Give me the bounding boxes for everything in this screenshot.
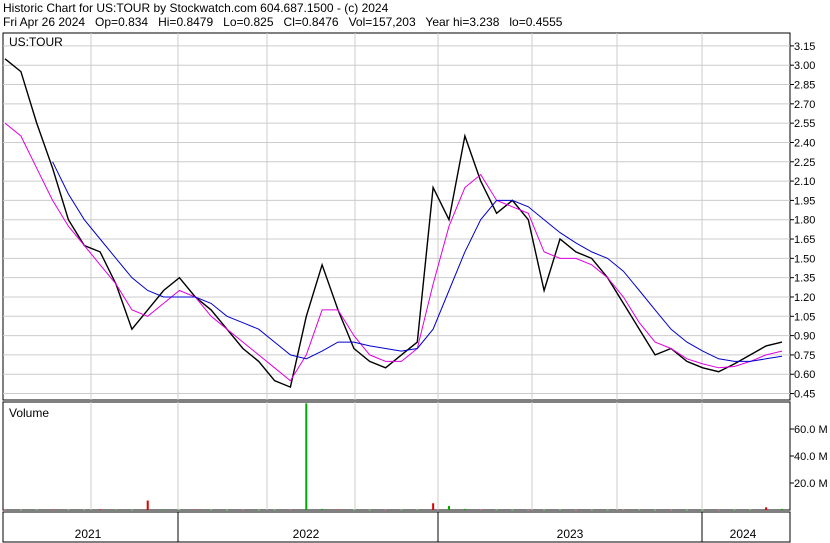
volume-bar: [368, 509, 371, 511]
volume-bar: [765, 507, 768, 510]
price-tick-label: 1.50: [794, 253, 815, 265]
volume-bar: [463, 508, 466, 510]
volume-bar: [99, 509, 102, 510]
xaxis-frame: [2, 511, 791, 543]
volume-bar: [289, 509, 292, 510]
price-tick-label: 2.10: [794, 176, 815, 188]
x-axis: 2021 2022 2023 2024: [2, 511, 791, 543]
volume-tick-label: 40.0 M: [794, 451, 828, 463]
volume-bar: [479, 509, 482, 510]
year-label: 2023: [557, 527, 584, 541]
volume-bar: [384, 509, 387, 511]
volume-bar: [305, 403, 308, 510]
volume-bar: [19, 509, 22, 511]
volume-bar: [590, 509, 593, 511]
volume-bar: [400, 509, 403, 511]
volume-bar: [130, 509, 133, 511]
price-tick-label: 3.00: [794, 60, 815, 72]
volume-bar: [194, 509, 197, 510]
volume-bar: [574, 509, 577, 511]
volume-bar: [146, 500, 149, 510]
volume-bar: [670, 509, 672, 511]
volume-panel-label: Volume: [9, 406, 49, 420]
volume-frame: [2, 401, 791, 511]
volume-bar: [115, 509, 117, 510]
price-tick-label: 1.05: [794, 311, 815, 323]
price-tick-label: 1.65: [794, 234, 815, 246]
price-line: [4, 58, 783, 389]
price-panel-label: US:TOUR: [9, 35, 63, 49]
volume-bar: [35, 509, 38, 510]
price-panel: 3.15 3.00 2.85 2.70 2.55 2.40 2.25 2.10 1.95 1.80…: [2, 32, 815, 401]
year-label: 2024: [730, 527, 757, 541]
volume-bar: [83, 509, 86, 511]
volume-bar: [685, 509, 688, 511]
volume-bar: [67, 509, 70, 511]
volume-bar: [606, 509, 609, 511]
price-frame: [2, 32, 791, 401]
ma-long-line: [52, 161, 783, 362]
price-tick-label: 1.95: [794, 195, 815, 207]
volume-bar: [781, 508, 783, 510]
year-label: 2021: [75, 527, 102, 541]
volume-bar: [495, 509, 498, 511]
volume-bar: [733, 509, 736, 511]
volume-bar: [432, 503, 435, 510]
volume-bar: [210, 509, 213, 511]
volume-bar: [321, 508, 324, 510]
volume-bar: [749, 509, 752, 510]
volume-bar: [543, 509, 546, 511]
volume-bar: [337, 509, 339, 510]
volume-bar: [162, 509, 165, 510]
volume-bar: [226, 509, 228, 511]
year-label: 2022: [293, 527, 320, 541]
volume-bar: [511, 509, 514, 511]
price-tick-label: 2.40: [794, 137, 815, 149]
price-tick-label: 0.75: [794, 350, 815, 362]
volume-bar: [622, 509, 625, 511]
volume-bar: [654, 509, 657, 511]
volume-bar: [527, 509, 530, 511]
price-tick-label: 2.85: [794, 80, 815, 92]
volume-bar: [559, 509, 561, 510]
volume-bar: [638, 509, 641, 511]
price-tick-label: 3.15: [794, 41, 815, 53]
volume-bar: [717, 509, 720, 511]
stock-chart: 3.15 3.00 2.85 2.70 2.55 2.40 2.25 2.10 1.95 1.80…: [2, 32, 828, 543]
volume-bar: [4, 509, 6, 511]
price-tick-label: 1.35: [794, 273, 815, 285]
volume-bar: [241, 509, 244, 511]
volume-tick-label: 60.0 M: [794, 424, 828, 436]
price-tick-label: 2.70: [794, 99, 815, 111]
volume-panel: 60.0 M 40.0 M 20.0 M Volume: [2, 401, 828, 511]
volume-bar: [416, 509, 419, 510]
price-tick-label: 0.90: [794, 331, 815, 343]
volume-bar: [352, 509, 355, 511]
price-tick-label: 1.20: [794, 292, 815, 304]
volume-bar: [273, 509, 276, 511]
price-tick-label: 0.60: [794, 369, 815, 381]
volume-bar: [178, 509, 181, 510]
volume-bar: [257, 509, 260, 511]
volume-tick-label: 20.0 M: [794, 478, 828, 490]
price-tick-label: 2.25: [794, 157, 815, 169]
price-tick-label: 0.45: [794, 389, 815, 401]
volume-bar: [51, 509, 54, 510]
volume-bar: [701, 509, 704, 511]
price-tick-label: 2.55: [794, 118, 815, 130]
volume-bar: [448, 505, 450, 510]
price-tick-label: 1.80: [794, 215, 815, 227]
